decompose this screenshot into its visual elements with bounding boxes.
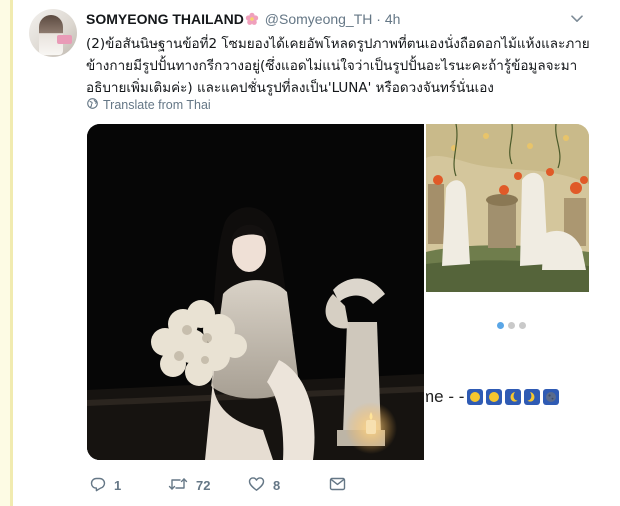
- tweet-header: SOMYEONG THAILAND @Somyeong_TH · 4h: [86, 11, 400, 29]
- crescent-moon-emoji-icon: [524, 389, 541, 405]
- carousel-dots: [497, 322, 526, 329]
- new-moon-emoji-icon: [543, 389, 560, 405]
- reply-button[interactable]: 1: [90, 476, 121, 495]
- heart-icon: [248, 476, 265, 495]
- crescent-moon-emoji-icon: [505, 389, 522, 405]
- carousel-dot: [519, 322, 526, 329]
- full-moon-emoji-icon: [486, 389, 503, 405]
- tweet-text-line: (2)ข้อสันนิษฐานข้อที่2 โซมยองได้เคยอัพโห…: [86, 36, 590, 52]
- caption-text: me - -: [426, 387, 465, 406]
- handle[interactable]: @Somyeong_TH: [265, 11, 373, 27]
- tweet-text-line: อธิบายเพิ่มเติมค่ะ) และแคปชั่นรูปที่ลงเป…: [86, 80, 494, 96]
- carousel-dot: [508, 322, 515, 329]
- photo-luna-caption[interactable]: me - -: [426, 294, 589, 460]
- reply-count: 1: [114, 477, 122, 493]
- translate-label: Translate from Thai: [103, 98, 211, 112]
- photo-girl-with-flowers[interactable]: [87, 124, 424, 460]
- avatar[interactable]: [29, 9, 77, 57]
- translate-link[interactable]: Translate from Thai: [87, 98, 211, 112]
- retweet-icon: [168, 476, 188, 495]
- tweet-text: (2)ข้อสันนิษฐานข้อที่2 โซมยองได้เคยอัพโห…: [86, 33, 601, 99]
- left-rail: [0, 0, 10, 506]
- full-moon-emoji-icon: [467, 389, 484, 405]
- like-count: 8: [273, 477, 281, 493]
- chevron-down-icon[interactable]: [570, 12, 584, 26]
- direct-message-button[interactable]: [329, 476, 346, 495]
- reply-icon: [90, 476, 106, 495]
- retweet-count: 72: [196, 477, 211, 493]
- photo-classical-painting[interactable]: [426, 124, 589, 292]
- caption-row: me - -: [426, 387, 560, 407]
- avatar-badge: [57, 35, 72, 44]
- timestamp[interactable]: 4h: [385, 11, 401, 27]
- tweet-text-line: ข้างกายมีรูปปั้นทางกรีกวางอยู่(ซึ่งแอดไม…: [86, 58, 578, 74]
- carousel-dot-active: [497, 322, 504, 329]
- separator-dot: ·: [376, 11, 381, 27]
- flower-icon: [245, 12, 259, 26]
- direct-message-icon: [329, 476, 346, 495]
- thread-line: [10, 0, 13, 506]
- retweet-button[interactable]: 72: [168, 476, 210, 495]
- tweet-actions: 1 72 8: [86, 474, 386, 496]
- like-button[interactable]: 8: [248, 476, 280, 495]
- media-grid: me - -: [87, 124, 589, 460]
- display-name[interactable]: SOMYEONG THAILAND: [86, 11, 244, 27]
- globe-icon: [87, 98, 98, 112]
